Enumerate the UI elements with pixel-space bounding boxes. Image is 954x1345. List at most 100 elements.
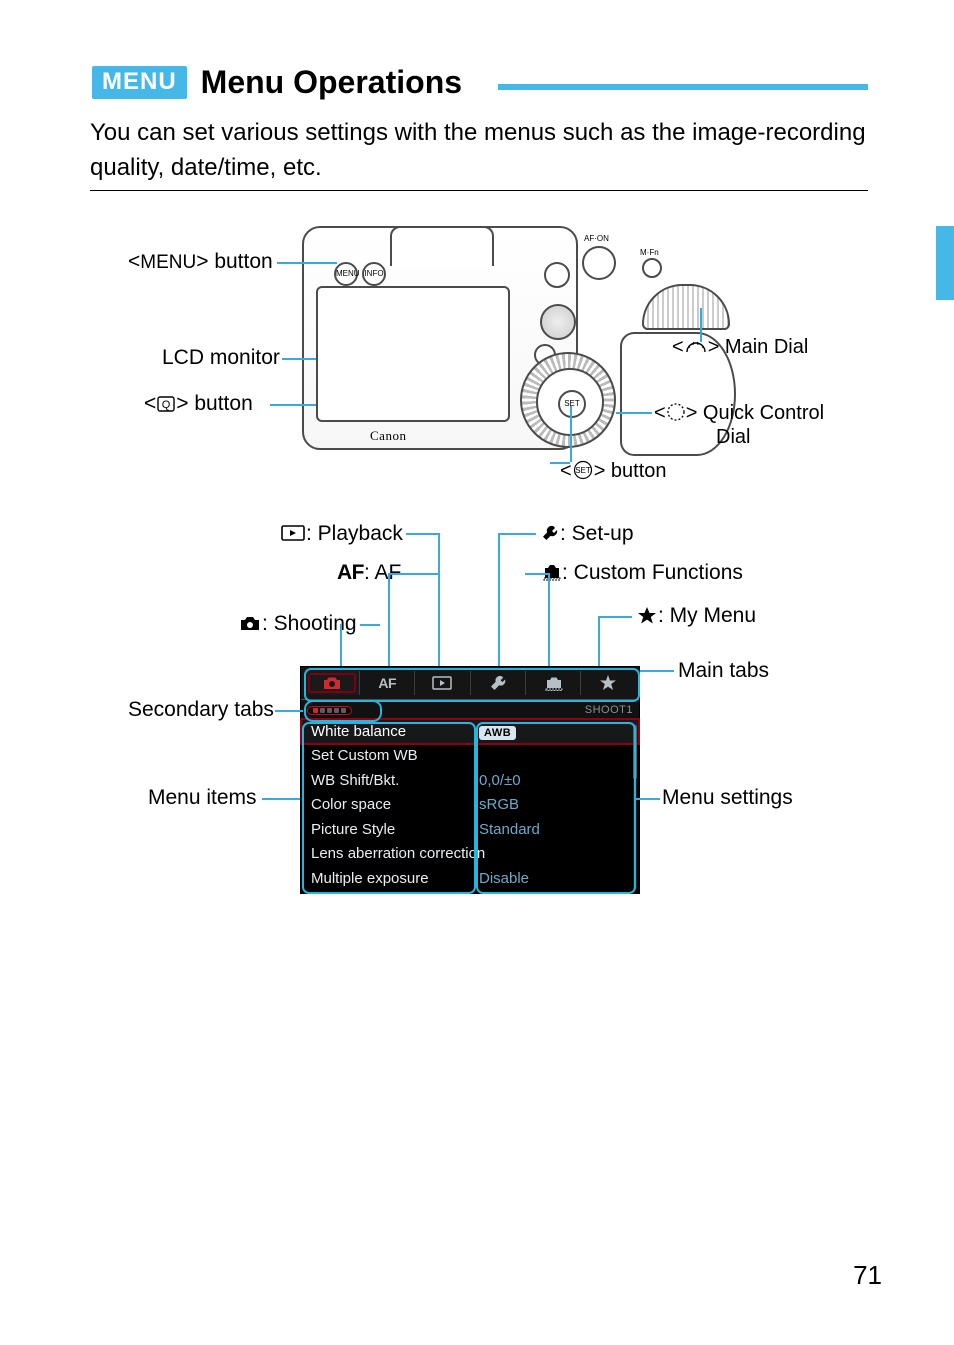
callout-set-button: <SET> button — [560, 460, 667, 486]
qc-dial-glyph-icon — [666, 402, 686, 428]
playback-icon — [280, 523, 306, 543]
lead-set-h — [498, 533, 536, 535]
svg-text:SET: SET — [575, 466, 591, 475]
mfn-button-icon — [642, 258, 662, 278]
menu-screenshot: AF SHOOT1 White balance AWB Set Custom W… — [300, 666, 640, 894]
lead-af-h — [420, 573, 440, 575]
menu-row-label: Lens aberration correction — [311, 845, 629, 862]
q-post: > button — [176, 392, 252, 415]
menu-row-label: Multiple exposure — [311, 870, 479, 887]
tab-mymenu — [581, 671, 635, 695]
callout-lcd: LCD monitor — [162, 346, 280, 370]
leader-maintabs — [640, 670, 674, 672]
leader-md-v — [700, 308, 702, 342]
menu-row-wb-shift: WB Shift/Bkt. 0,0/±0 — [301, 768, 639, 793]
af-on-button-icon — [582, 246, 616, 280]
intro-text: You can set various settings with the me… — [90, 116, 868, 186]
leader-items — [262, 798, 300, 800]
ael-button-icon — [544, 262, 570, 288]
leader-set-h — [550, 462, 570, 464]
viewfinder-outline — [390, 226, 494, 266]
menu-row-lens-aberration: Lens aberration correction — [301, 842, 639, 867]
callout-menu-kw: MENU — [140, 252, 196, 273]
intro-divider — [90, 190, 868, 191]
menu-badge: MENU — [92, 66, 187, 99]
lead-cf-v — [548, 573, 550, 673]
page-title: Menu Operations — [201, 64, 462, 101]
leader-q — [270, 404, 316, 406]
multi-controller-icon — [540, 304, 576, 340]
menu-row-label: Color space — [311, 796, 479, 813]
tab-af-icon: AF — [378, 675, 396, 691]
subtab-dot-1 — [313, 708, 318, 713]
subtab-pager — [307, 706, 352, 715]
info-button-icon: INFO — [362, 262, 386, 286]
menu-row-picture-style: Picture Style Standard — [301, 817, 639, 842]
q-pre: < — [144, 392, 156, 415]
star-icon — [636, 605, 658, 625]
legend-playback-text: : Playback — [306, 522, 403, 545]
subtab-dot-2 — [320, 708, 325, 713]
leader-secondary — [275, 710, 303, 712]
callout-menu-settings: Menu settings — [662, 786, 793, 810]
callout-menu-suffix: button — [214, 250, 272, 273]
leader-qc — [616, 412, 652, 414]
page: MENU Menu Operations You can set various… — [0, 0, 954, 1345]
qc-pre: < — [654, 402, 666, 424]
leader-settings — [634, 798, 660, 800]
callout-qc-dial-sub: Dial — [716, 426, 750, 449]
camera-logo: Canon — [370, 428, 406, 444]
tab-custom — [526, 671, 581, 695]
set-glyph-icon: SET — [572, 460, 594, 486]
legend-shooting-text: : Shooting — [262, 612, 357, 635]
lead-mm-h — [598, 616, 632, 618]
set-post: > button — [594, 460, 667, 482]
menu-scrollbar-thumb — [633, 725, 637, 779]
lead-shoot-h — [360, 624, 380, 626]
legend-shooting: : Shooting — [238, 612, 357, 636]
lead-af-h2 — [388, 573, 420, 575]
leader-lcd — [282, 358, 316, 360]
menu-button-icon: MENU — [334, 262, 358, 286]
subtab-dot-5 — [341, 708, 346, 713]
callout-main-tabs: Main tabs — [678, 659, 769, 683]
set-button-icon: SET — [558, 390, 586, 418]
menu-row-multiple-exposure: Multiple exposure Disable — [301, 866, 639, 891]
page-number: 71 — [853, 1260, 882, 1291]
svg-text:Q: Q — [162, 399, 171, 411]
menu-row-value: 0,0/±0 — [479, 772, 521, 789]
subtab-dot-4 — [334, 708, 339, 713]
leader-set-v — [570, 406, 572, 462]
menu-row-value: Disable — [479, 870, 529, 887]
menu-row-color-space: Color space sRGB — [301, 793, 639, 818]
page-edge-tab — [936, 226, 954, 300]
main-tab-bar: AF — [301, 667, 639, 700]
legend-mymenu-text: : My Menu — [658, 604, 756, 627]
tab-playback — [415, 671, 470, 695]
lead-cf-h — [525, 573, 549, 575]
subtab-label: SHOOT1 — [585, 704, 633, 716]
menu-row-label: WB Shift/Bkt. — [311, 772, 479, 789]
legend-setup: : Set-up — [540, 522, 634, 546]
md-pre: < — [672, 336, 684, 358]
camera-icon — [238, 613, 262, 633]
main-dial-glyph-icon — [684, 338, 708, 362]
legend-custom-text: : Custom Functions — [562, 561, 743, 584]
lead-af-v — [388, 573, 390, 673]
menu-row-label: Picture Style — [311, 821, 479, 838]
camera-diagram: Canon MENU INFO SET — [302, 220, 656, 452]
heading-row: MENU Menu Operations — [92, 64, 462, 101]
awb-badge: AWB — [479, 726, 516, 740]
menu-list: White balance AWB Set Custom WB WB Shift… — [301, 719, 639, 893]
tab-af: AF — [360, 671, 415, 695]
menu-row-label: Set Custom WB — [311, 747, 479, 764]
lead-pb-v — [438, 533, 440, 673]
af-icon: AF — [337, 561, 364, 584]
menu-row-value: Standard — [479, 821, 540, 838]
tab-setup — [471, 671, 526, 695]
callout-q-button: < Q > button — [144, 392, 253, 419]
wrench-icon — [540, 523, 560, 543]
secondary-tab-bar: SHOOT1 — [301, 700, 639, 720]
tab-shooting — [305, 671, 360, 695]
menu-row-label: White balance — [311, 723, 479, 740]
